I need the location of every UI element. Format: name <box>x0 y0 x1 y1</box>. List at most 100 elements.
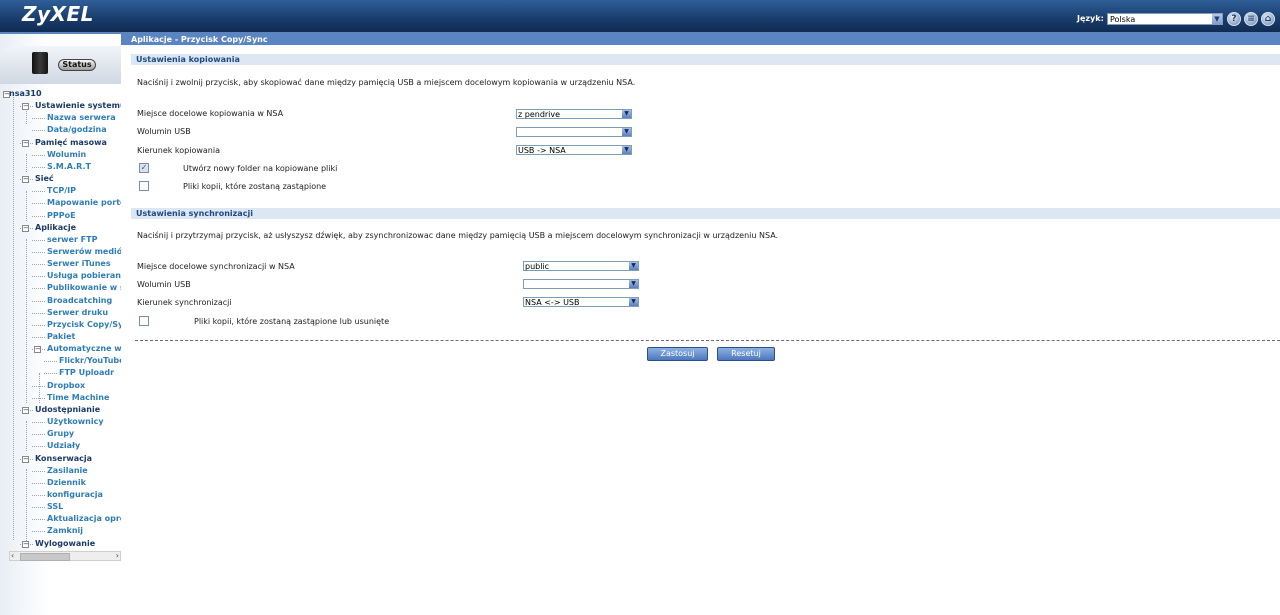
apply-button[interactable]: Zastosuj <box>647 347 708 361</box>
tree-item[interactable]: Wolumin <box>47 149 121 161</box>
copy-direction-select[interactable]: USB -> NSA ▼ <box>516 145 632 155</box>
chevron-down-icon: ▼ <box>629 262 638 270</box>
tree-item[interactable]: FTP Uploadr <box>59 367 121 379</box>
tree-item[interactable]: Automatyczne wysyłanie <box>47 343 121 355</box>
collapse-toggle-icon[interactable]: − <box>22 225 29 232</box>
tree-item[interactable]: Użytkownicy <box>47 416 121 428</box>
tree-item[interactable]: konfiguracja <box>47 489 121 501</box>
tree-connector <box>32 398 45 399</box>
tree-connector <box>32 288 45 289</box>
tree-item[interactable]: Serwerów mediów <box>47 246 121 258</box>
tree-item[interactable]: Pakiet <box>47 331 121 343</box>
tree-connector <box>32 276 45 277</box>
tree-item[interactable]: Flickr/YouTube <box>59 355 121 367</box>
language-select[interactable]: Polska ▼ <box>1107 13 1223 25</box>
copy-target-value: z pendrive <box>518 110 561 119</box>
collapse-toggle-icon[interactable]: − <box>3 91 10 98</box>
tree-item[interactable]: Przycisk Copy/Sync <box>47 319 121 331</box>
copy-overwrite-checkbox[interactable] <box>139 181 149 191</box>
sync-direction-select[interactable]: NSA <-> USB ▼ <box>523 297 639 307</box>
tree-connector <box>32 240 45 241</box>
tree-connector <box>32 155 45 156</box>
tree-item[interactable]: Broadcatching <box>47 295 121 307</box>
tree-item[interactable]: Udostępnianie <box>35 404 121 416</box>
tree-item[interactable]: Serwer druku <box>47 307 121 319</box>
tree-guide-line <box>26 469 27 547</box>
new-folder-checkbox[interactable]: ✓ <box>139 163 149 173</box>
tree-item[interactable]: Konserwacja <box>35 453 121 465</box>
tree-item[interactable]: Wylogowanie <box>35 538 121 550</box>
sidebar: Status nsa310− Ustawienie systemu − Nazwa s… <box>0 34 122 615</box>
tree-item[interactable]: Serwer iTunes <box>47 258 121 270</box>
tree-connector <box>32 531 45 532</box>
tree-item[interactable]: Pamięć masowa <box>35 137 121 149</box>
sync-target-select[interactable]: public ▼ <box>523 261 639 271</box>
tree-connector <box>32 434 45 435</box>
help-icon[interactable]: ? <box>1227 12 1241 26</box>
home-icon[interactable]: ⌂ <box>1261 12 1275 26</box>
scrollbar-thumb[interactable] <box>20 553 70 561</box>
tree-item[interactable]: Dropbox <box>47 380 121 392</box>
tree-item[interactable]: Nazwa serwera <box>47 112 121 124</box>
tree-connector <box>32 216 45 217</box>
copy-overwrite-label: Pliki kopii, które zostaną zastąpione <box>183 182 327 191</box>
collapse-toggle-icon[interactable]: − <box>22 456 29 463</box>
collapse-toggle-icon[interactable]: − <box>22 541 29 548</box>
status-button[interactable]: Status <box>58 59 96 71</box>
copy-settings-header: Ustawienia kopiowania <box>131 54 1280 65</box>
page-title: Aplikacje - Przycisk Copy/Sync <box>131 35 268 44</box>
collapse-toggle-icon[interactable]: − <box>34 346 41 353</box>
tree-item[interactable]: S.M.A.R.T <box>47 161 121 173</box>
tree-item[interactable]: Mapowanie portów <box>47 197 121 209</box>
sync-overwrite-checkbox[interactable] <box>139 316 149 326</box>
tree-connector <box>32 301 45 302</box>
main-content: Aplikacje - Przycisk Copy/Sync Ustawieni… <box>121 34 1280 615</box>
copy-usb-volume-select[interactable]: ▼ <box>516 127 632 137</box>
tree-item[interactable]: TCP/IP <box>47 185 121 197</box>
sitemap-icon[interactable]: ≡ <box>1244 12 1258 26</box>
reset-button[interactable]: Resetuj <box>717 347 775 361</box>
tree-connector <box>32 191 45 192</box>
tree-guide-line <box>26 421 27 451</box>
sidebar-horizontal-scrollbar[interactable]: ‹ › <box>9 551 121 561</box>
sync-usb-volume-select[interactable]: ▼ <box>523 279 639 289</box>
tree-item[interactable]: Zamknij <box>47 525 121 537</box>
tree-item[interactable]: Ustawienie systemu <box>35 100 121 112</box>
tree-item[interactable]: Sieć <box>35 173 121 185</box>
copy-target-select[interactable]: z pendrive ▼ <box>516 109 632 119</box>
tree-guide-line <box>26 191 27 221</box>
tree-connector <box>44 361 57 362</box>
tree-connector <box>32 446 45 447</box>
tree-item[interactable]: Data/godzina <box>47 124 121 136</box>
tree-connector <box>32 203 45 204</box>
nas-device-icon <box>32 52 48 74</box>
new-folder-label: Utwórz nowy folder na kopiowane pliki <box>183 164 338 173</box>
tree-item[interactable]: SSL <box>47 501 121 513</box>
tree-item[interactable]: PPPoE <box>47 210 121 222</box>
sync-target-value: public <box>525 262 550 271</box>
tree-item[interactable]: Aktualizacja oprogramowania <box>47 513 121 525</box>
collapse-toggle-icon[interactable]: − <box>22 176 29 183</box>
tree-item[interactable]: serwer FTP <box>47 234 121 246</box>
tree-item[interactable]: Aplikacje <box>35 222 121 234</box>
tree-item[interactable]: Grupy <box>47 428 121 440</box>
tree-guide-line <box>13 94 14 540</box>
tree-item[interactable]: Usługa pobierania <box>47 270 121 282</box>
tree-item[interactable]: nsa310 <box>9 88 121 100</box>
tree-connector <box>32 386 45 387</box>
chevron-down-icon: ▼ <box>629 298 638 306</box>
collapse-toggle-icon[interactable]: − <box>22 103 29 110</box>
tree-item[interactable]: Publikowanie w sieci <box>47 282 121 294</box>
chevron-down-icon: ▼ <box>622 128 631 136</box>
collapse-toggle-icon[interactable]: − <box>22 407 29 414</box>
sync-settings-title: Ustawienia synchronizacji <box>136 209 253 218</box>
tree-item[interactable]: Udziały <box>47 440 121 452</box>
tree-item[interactable]: Dziennik <box>47 477 121 489</box>
tree-connector <box>32 167 45 168</box>
tree-item[interactable]: Time Machine <box>47 392 121 404</box>
scroll-right-icon[interactable]: › <box>116 551 119 560</box>
tree-item[interactable]: Zasilanie <box>47 465 121 477</box>
scroll-left-icon[interactable]: ‹ <box>11 551 14 560</box>
sync-settings-header: Ustawienia synchronizacji <box>131 208 1280 219</box>
collapse-toggle-icon[interactable]: − <box>22 140 29 147</box>
